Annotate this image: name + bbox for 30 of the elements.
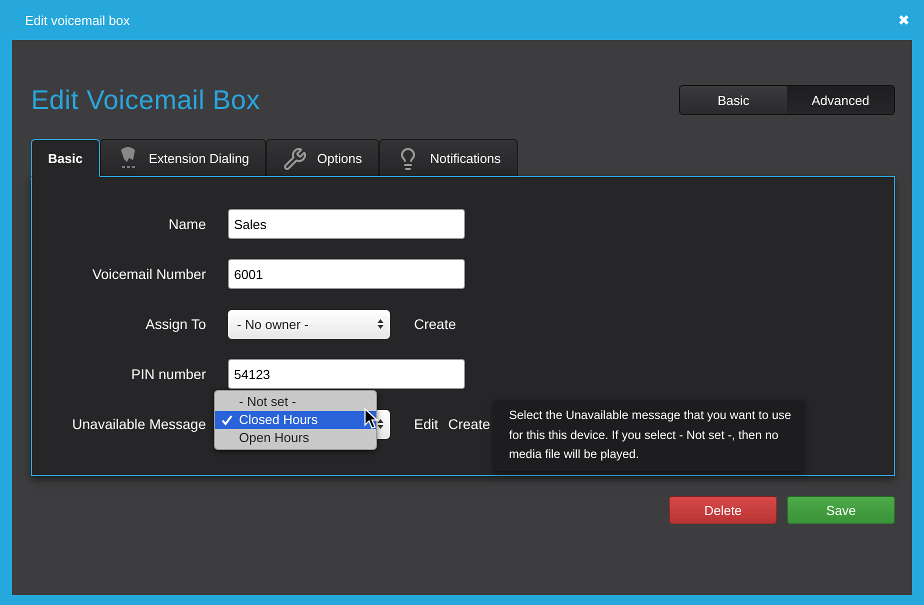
page-heading: Edit Voicemail Box	[31, 84, 260, 116]
field-label: Name	[168, 216, 206, 232]
tab[interactable]: Options	[266, 139, 379, 177]
tab[interactable]: Notifications	[378, 139, 518, 177]
mode-toggle-button[interactable]: Advanced	[787, 86, 894, 114]
mode-toggle-button[interactable]: Basic	[680, 86, 787, 114]
input-field[interactable]: 6001	[228, 259, 465, 289]
field-label: PIN number	[130, 366, 206, 382]
up-down-arrows-icon	[377, 418, 384, 430]
dropdown-option[interactable]: - Not set -	[215, 392, 376, 410]
up-down-arrows-icon	[377, 318, 384, 330]
tooltip: Select the Unavailable message that you want to use for this this device. If you select - Not set -, then no media file will be played.	[494, 400, 804, 470]
window-title: Edit voicemail box	[25, 12, 130, 28]
input-field[interactable]: Sales	[228, 209, 465, 239]
delete-button[interactable]: Delete	[669, 496, 777, 524]
checkmark-icon	[221, 414, 233, 426]
input-field[interactable]: 54123	[228, 359, 465, 389]
cursor-icon	[364, 408, 378, 430]
select-field[interactable]: - No owner -	[228, 310, 390, 338]
wrench-icon	[283, 146, 308, 170]
dropdown-option[interactable]: Open Hours	[215, 428, 376, 446]
link[interactable]: Create	[448, 416, 490, 432]
tab[interactable]: Basic	[31, 139, 100, 177]
link[interactable]: Create	[414, 316, 456, 332]
link[interactable]: Edit	[414, 416, 438, 432]
field-label: Unavailable Message	[71, 416, 206, 432]
dropdown-option[interactable]: Closed Hours	[215, 410, 376, 428]
field-label: Voicemail Number	[91, 266, 206, 282]
tab[interactable]: Extension Dialing	[100, 139, 266, 177]
field-label: Assign To	[144, 316, 206, 332]
